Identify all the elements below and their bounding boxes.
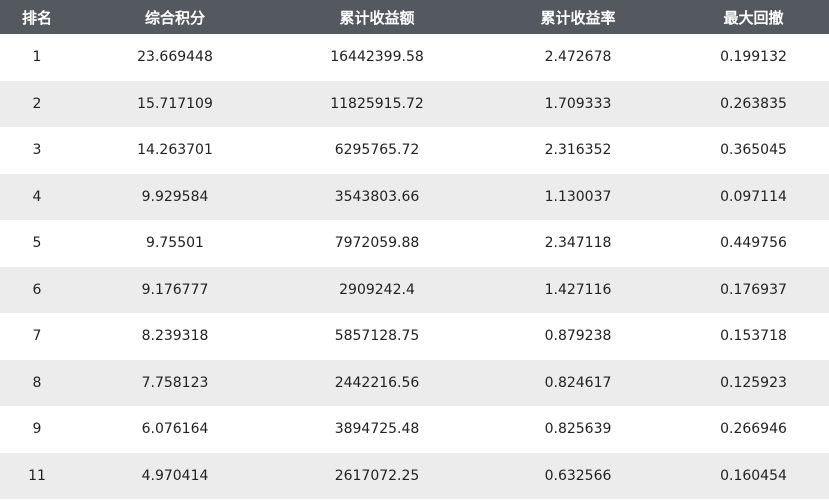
cell-rank: 5 — [32, 235, 42, 252]
cell-max-drawdown: 0.097114 — [720, 188, 787, 205]
cell-rank: 3 — [32, 142, 42, 159]
cell-max-drawdown: 0.263835 — [720, 95, 787, 112]
cell-composite-score: 6.076164 — [141, 421, 209, 438]
cell-composite-score: 9.75501 — [146, 235, 204, 252]
cell-rank: 11 — [28, 467, 46, 484]
cell-cumulative-return-rate: 1.130037 — [544, 188, 612, 205]
cell-cumulative-return-amount: 2617072.25 — [334, 467, 420, 484]
cell-max-drawdown: 0.125923 — [720, 374, 787, 391]
cell-cumulative-return-rate: 0.825639 — [544, 421, 612, 438]
cell-cumulative-return-amount: 7972059.88 — [334, 235, 420, 252]
table-row[interactable]: 3 14.263701 6295765.72 2.316352 0.365045 — [0, 127, 829, 174]
cell-cumulative-return-amount: 11825915.72 — [330, 95, 424, 112]
cell-composite-score: 9.176777 — [141, 281, 209, 298]
table-row[interactable]: 9 6.076164 3894725.48 0.825639 0.266946 — [0, 406, 829, 453]
cell-max-drawdown: 0.176937 — [720, 281, 787, 298]
cell-composite-score: 4.970414 — [141, 467, 209, 484]
cell-cumulative-return-rate: 2.347118 — [544, 235, 612, 252]
cell-max-drawdown: 0.160454 — [720, 467, 787, 484]
cell-max-drawdown: 0.199132 — [720, 49, 787, 66]
cell-composite-score: 15.717109 — [137, 95, 213, 112]
cell-cumulative-return-amount: 6295765.72 — [334, 142, 420, 159]
cell-cumulative-return-rate: 1.709333 — [544, 95, 612, 112]
header-rank[interactable]: 排名 — [0, 7, 74, 28]
cell-max-drawdown: 0.153718 — [720, 328, 787, 345]
header-max-drawdown[interactable]: 最大回撤 — [678, 7, 829, 28]
header-composite-score[interactable]: 综合积分 — [74, 7, 276, 28]
cell-cumulative-return-rate: 0.632566 — [544, 467, 612, 484]
cell-rank: 6 — [32, 281, 42, 298]
cell-rank: 8 — [32, 374, 42, 391]
cell-composite-score: 8.239318 — [141, 328, 209, 345]
cell-cumulative-return-amount: 2442216.56 — [334, 374, 420, 391]
table-row[interactable]: 7 8.239318 5857128.75 0.879238 0.153718 — [0, 313, 829, 360]
cell-cumulative-return-rate: 2.472678 — [544, 49, 612, 66]
table-row[interactable]: 1 23.669448 16442399.58 2.472678 0.19913… — [0, 34, 829, 81]
table-row[interactable]: 8 7.758123 2442216.56 0.824617 0.125923 — [0, 359, 829, 406]
cell-cumulative-return-amount: 16442399.58 — [330, 49, 424, 66]
cell-composite-score: 23.669448 — [137, 49, 213, 66]
cell-cumulative-return-amount: 3543803.66 — [334, 188, 420, 205]
cell-rank: 4 — [32, 188, 42, 205]
cell-rank: 1 — [32, 49, 42, 66]
ranking-table: 排名 综合积分 累计收益额 累计收益率 最大回撤 1 23.669448 164… — [0, 0, 829, 500]
header-cumulative-return-amount[interactable]: 累计收益额 — [276, 7, 478, 28]
table-row[interactable]: 4 9.929584 3543803.66 1.130037 0.097114 — [0, 173, 829, 220]
table-row[interactable]: 5 9.75501 7972059.88 2.347118 0.449756 — [0, 220, 829, 267]
cell-composite-score: 7.758123 — [141, 374, 209, 391]
cell-cumulative-return-rate: 0.879238 — [544, 328, 612, 345]
cell-cumulative-return-rate: 2.316352 — [544, 142, 612, 159]
cell-composite-score: 9.929584 — [141, 188, 209, 205]
cell-max-drawdown: 0.449756 — [720, 235, 787, 252]
header-cumulative-return-rate[interactable]: 累计收益率 — [478, 7, 678, 28]
cell-rank: 9 — [32, 421, 42, 438]
cell-cumulative-return-rate: 0.824617 — [544, 374, 612, 391]
cell-rank: 7 — [32, 328, 42, 345]
table-header: 排名 综合积分 累计收益额 累计收益率 最大回撤 — [0, 0, 829, 34]
table-row[interactable]: 11 4.970414 2617072.25 0.632566 0.160454 — [0, 452, 829, 499]
cell-cumulative-return-amount: 3894725.48 — [334, 421, 420, 438]
cell-max-drawdown: 0.266946 — [720, 421, 787, 438]
cell-cumulative-return-amount: 5857128.75 — [334, 328, 420, 345]
cell-max-drawdown: 0.365045 — [720, 142, 787, 159]
cell-composite-score: 14.263701 — [137, 142, 213, 159]
cell-cumulative-return-rate: 1.427116 — [544, 281, 612, 298]
table-row[interactable]: 6 9.176777 2909242.4 1.427116 0.176937 — [0, 266, 829, 313]
cell-cumulative-return-amount: 2909242.4 — [339, 281, 415, 298]
cell-rank: 2 — [32, 95, 42, 112]
table-row[interactable]: 2 15.717109 11825915.72 1.709333 0.26383… — [0, 80, 829, 127]
